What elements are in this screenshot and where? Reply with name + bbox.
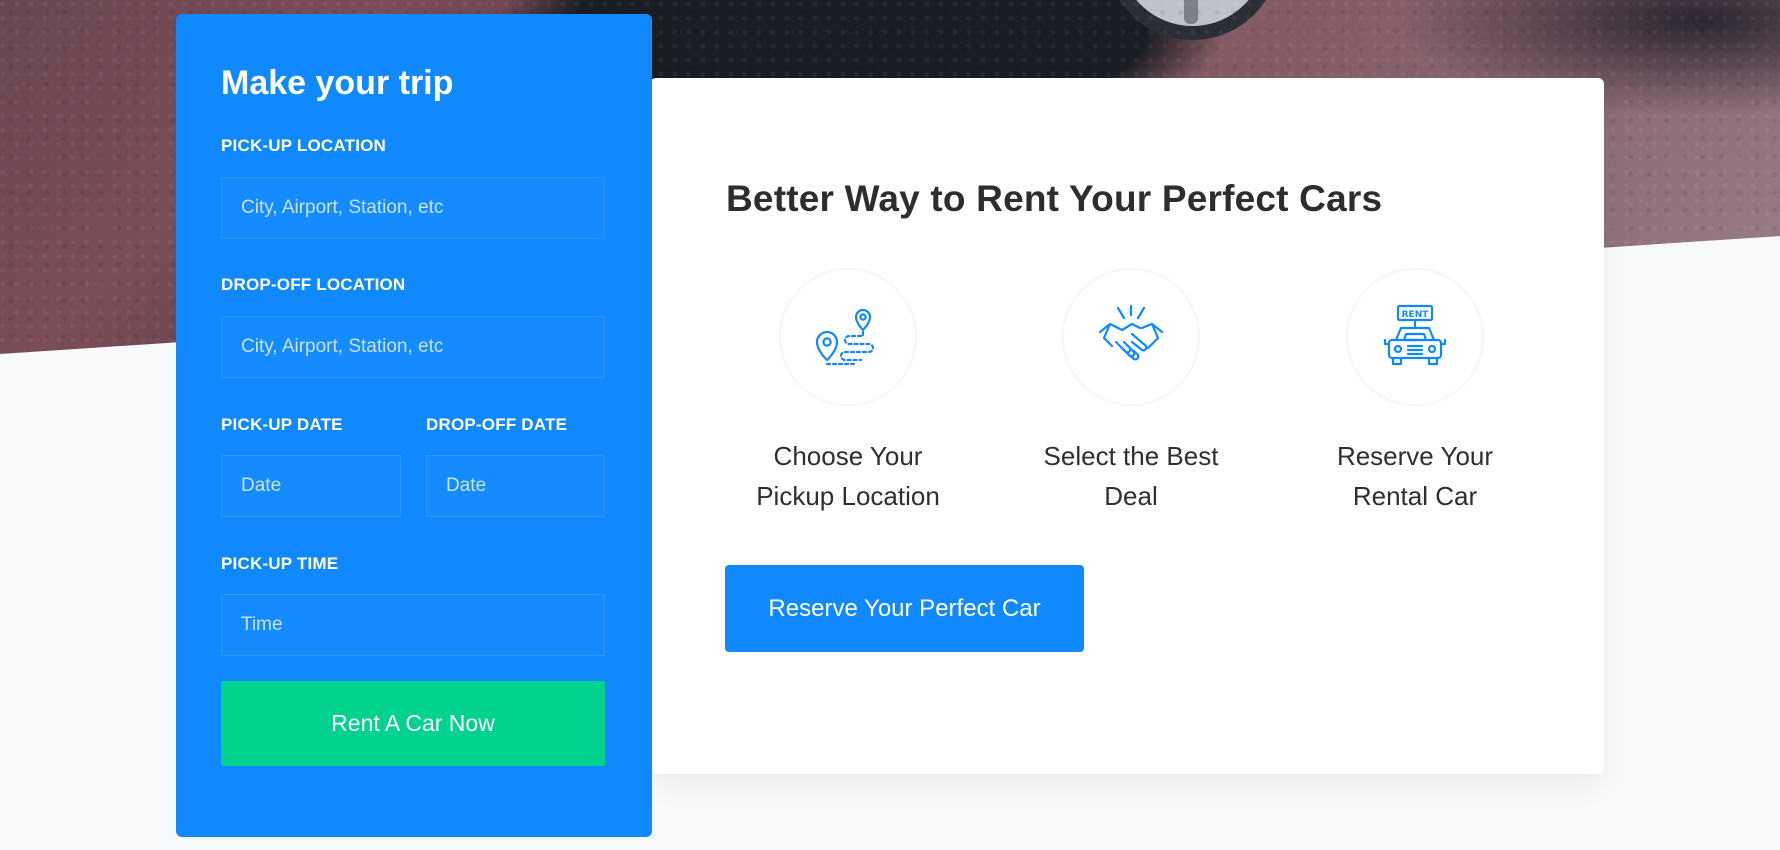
- reserve-perfect-car-button[interactable]: Reserve Your Perfect Car: [725, 565, 1084, 652]
- rent-car-icon: RENT: [1383, 304, 1447, 366]
- rent-car-now-button[interactable]: Rent A Car Now: [221, 681, 605, 766]
- feature-best-deal: Select the Best Deal: [1011, 268, 1251, 516]
- dropoff-location-label: DROP-OFF LOCATION: [221, 275, 406, 294]
- feature-reserve-rental: RENT Reserve Your Rental Car: [1295, 268, 1535, 516]
- pickup-location-input[interactable]: City, Airport, Station, etc: [221, 177, 605, 239]
- pickup-date-input[interactable]: Date: [221, 455, 401, 517]
- car-wheel-image: [1105, 0, 1280, 40]
- pickup-location-label: PICK-UP LOCATION: [221, 136, 387, 155]
- dropoff-date-label: DROP-OFF DATE: [426, 415, 568, 434]
- feature-icon-circle: RENT: [1346, 268, 1484, 406]
- pickup-date-label: PICK-UP DATE: [221, 415, 343, 434]
- feature-pickup-location: Choose Your Pickup Location: [728, 268, 968, 516]
- dropoff-date-input[interactable]: Date: [426, 455, 605, 517]
- booking-form-title: Make your trip: [221, 64, 454, 102]
- services-card: Better Way to Rent Your Perfect Cars Cho…: [650, 78, 1604, 774]
- booking-form: Make your trip PICK-UP LOCATION City, Ai…: [176, 14, 652, 837]
- feature-label: Choose Your Pickup Location: [756, 441, 940, 511]
- handshake-icon: [1098, 304, 1164, 361]
- svg-text:RENT: RENT: [1402, 310, 1430, 320]
- dropoff-location-input[interactable]: City, Airport, Station, etc: [221, 316, 605, 378]
- feature-label: Select the Best Deal: [1043, 441, 1219, 511]
- pickup-time-input[interactable]: Time: [221, 594, 605, 656]
- pickup-time-label: PICK-UP TIME: [221, 554, 339, 573]
- feature-icon-circle: [1062, 268, 1200, 406]
- services-title: Better Way to Rent Your Perfect Cars: [726, 178, 1383, 219]
- feature-icon-circle: [779, 268, 917, 406]
- route-location-icon: [815, 308, 875, 366]
- feature-label: Reserve Your Rental Car: [1336, 441, 1494, 511]
